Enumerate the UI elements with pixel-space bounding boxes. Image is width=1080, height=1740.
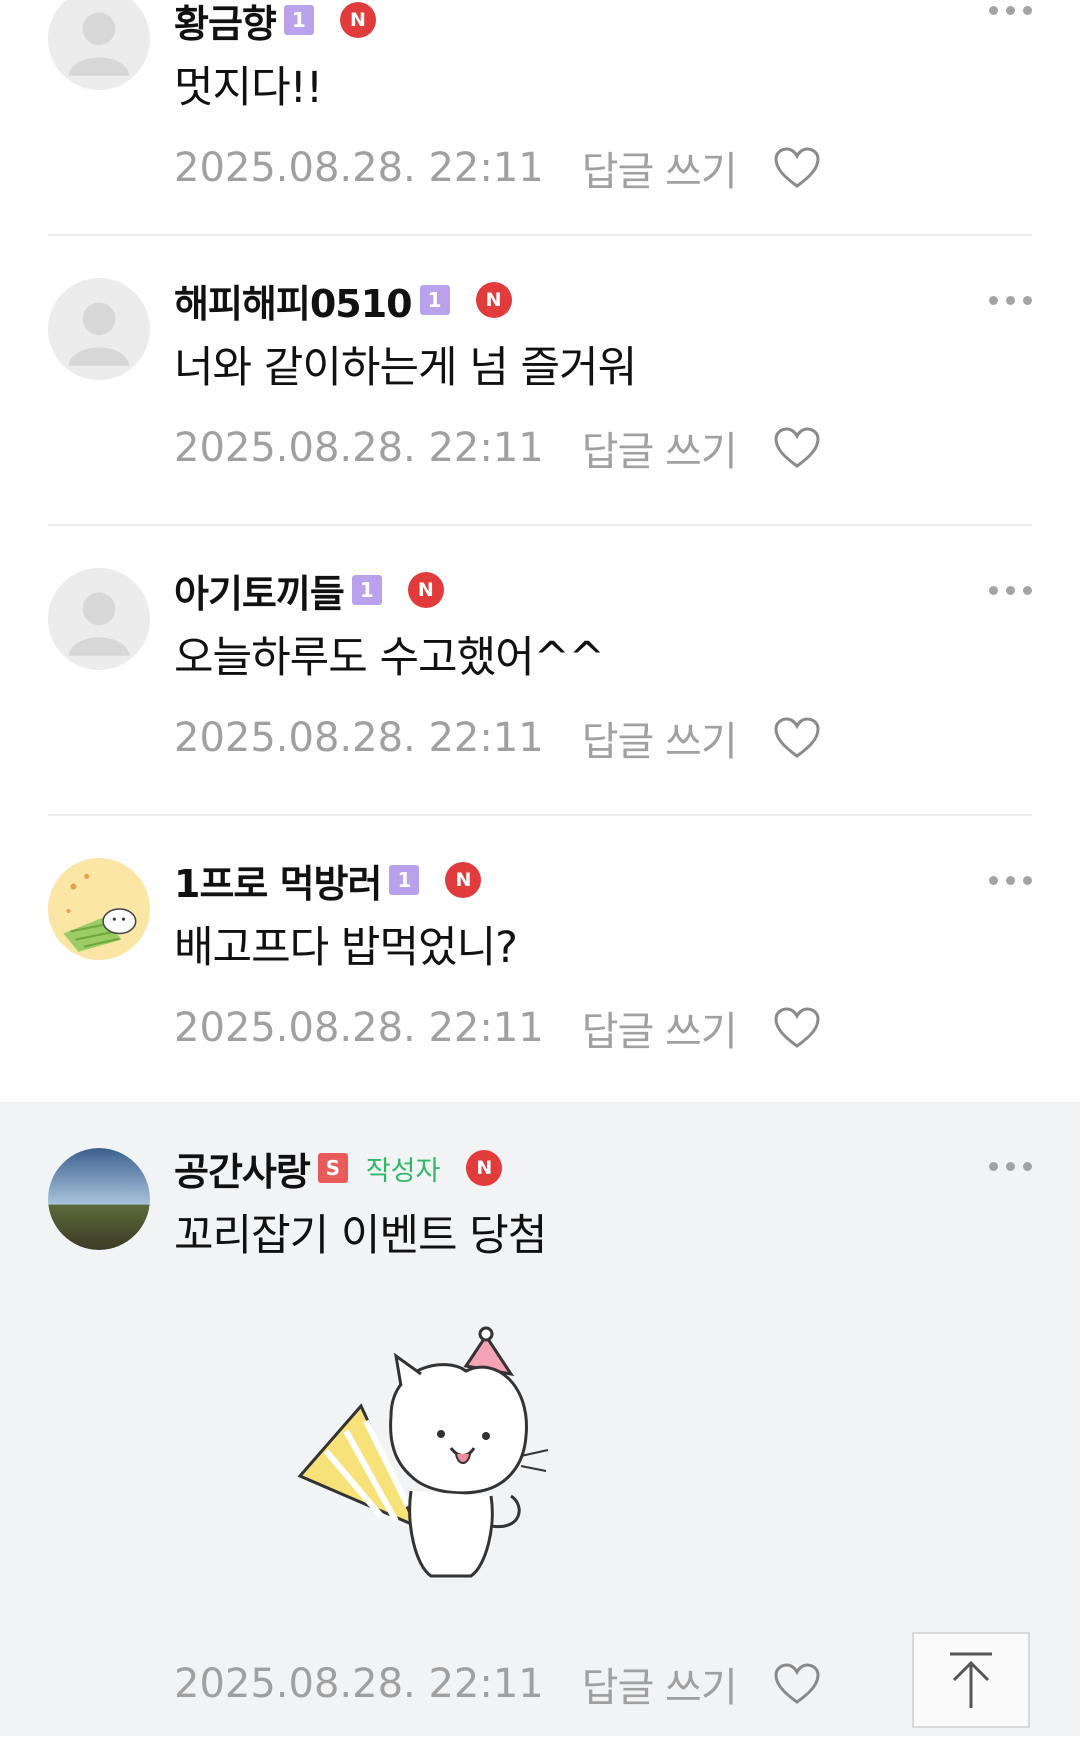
new-badge: N bbox=[407, 572, 444, 608]
comment-header: 공간사랑 S 작성자 N bbox=[174, 1144, 1032, 1194]
comment-time: 2025.08.28. 22:11 bbox=[174, 425, 544, 471]
new-badge: N bbox=[475, 282, 512, 318]
comment-meta: 2025.08.28. 22:11 답글 쓰기 bbox=[174, 1654, 1032, 1714]
avatar-dog[interactable] bbox=[48, 858, 150, 960]
heart-outline-icon[interactable] bbox=[773, 1662, 821, 1706]
more-dots-icon[interactable] bbox=[989, 876, 1032, 885]
new-badge: N bbox=[466, 1150, 503, 1186]
comment-header: 해피해피0510 1 N bbox=[174, 276, 1032, 326]
new-badge: N bbox=[339, 2, 376, 38]
nickname[interactable]: 황금향 bbox=[174, 0, 277, 48]
comment-text: 배고프다 밥먹었니? bbox=[174, 923, 518, 973]
heart-outline-icon[interactable] bbox=[773, 1006, 821, 1050]
comment-item: 황금향 1 N 멋지다!! 2025.08.28. 22:11 답글 쓰기 bbox=[0, 0, 1080, 236]
reply-button[interactable]: 답글 쓰기 bbox=[582, 139, 738, 197]
comment-meta: 2025.08.28. 22:11 답글 쓰기 bbox=[174, 708, 1032, 768]
avatar-landscape[interactable] bbox=[48, 1148, 150, 1250]
nickname[interactable]: 아기토끼들 bbox=[174, 563, 345, 618]
reply-button[interactable]: 답글 쓰기 bbox=[582, 1655, 738, 1713]
level-badge: 1 bbox=[283, 5, 314, 35]
level-badge: 1 bbox=[419, 285, 450, 315]
nickname[interactable]: 해피해피0510 bbox=[174, 273, 413, 328]
avatar-default[interactable] bbox=[48, 0, 150, 90]
comment-text: 너와 같이하는게 넘 즐거워 bbox=[174, 343, 637, 393]
avatar-default[interactable] bbox=[48, 278, 150, 380]
comment-time: 2025.08.28. 22:11 bbox=[174, 715, 544, 761]
comment-time: 2025.08.28. 22:11 bbox=[174, 1661, 544, 1707]
more-dots-icon[interactable] bbox=[989, 296, 1032, 305]
more-dots-icon[interactable] bbox=[989, 6, 1032, 15]
cat-party-sticker bbox=[297, 1326, 549, 1578]
heart-outline-icon[interactable] bbox=[773, 716, 821, 760]
comment-item: 해피해피0510 1 N 너와 같이하는게 넘 즐거워 2025.08.28. … bbox=[0, 236, 1080, 526]
comment-time: 2025.08.28. 22:11 bbox=[174, 145, 544, 191]
comment-time: 2025.08.28. 22:11 bbox=[174, 1005, 544, 1051]
more-dots-icon[interactable] bbox=[989, 586, 1032, 595]
comment-meta: 2025.08.28. 22:11 답글 쓰기 bbox=[174, 138, 1032, 198]
heart-outline-icon[interactable] bbox=[773, 426, 821, 470]
reply-button[interactable]: 답글 쓰기 bbox=[582, 419, 738, 477]
arrow-up-icon bbox=[950, 1652, 992, 1708]
comment-text: 오늘하루도 수고했어^^ bbox=[174, 633, 605, 683]
level-badge: 1 bbox=[389, 865, 420, 895]
level-badge: S bbox=[317, 1153, 348, 1183]
writer-badge: 작성자 bbox=[365, 1155, 441, 1187]
comment-header: 아기토끼들 1 N bbox=[174, 566, 1032, 616]
comment-header: 황금향 1 N bbox=[174, 0, 1032, 46]
new-badge: N bbox=[445, 862, 482, 898]
nickname[interactable]: 공간사랑 bbox=[174, 1141, 311, 1196]
scroll-to-top-button[interactable] bbox=[912, 1632, 1030, 1728]
more-dots-icon[interactable] bbox=[989, 1162, 1032, 1171]
comment-meta: 2025.08.28. 22:11 답글 쓰기 bbox=[174, 998, 1032, 1058]
reply-button[interactable]: 답글 쓰기 bbox=[582, 709, 738, 767]
level-badge: 1 bbox=[351, 575, 382, 605]
comment-meta: 2025.08.28. 22:11 답글 쓰기 bbox=[174, 418, 1032, 478]
heart-outline-icon[interactable] bbox=[773, 146, 821, 190]
comment-text: 꼬리잡기 이벤트 당첨 bbox=[174, 1211, 547, 1261]
comment-item: 1프로 먹방러 1 N 배고프다 밥먹었니? 2025.08.28. 22:11… bbox=[0, 816, 1080, 1102]
comment-text: 멋지다!! bbox=[174, 63, 323, 113]
avatar-default[interactable] bbox=[48, 568, 150, 670]
comment-header: 1프로 먹방러 1 N bbox=[174, 856, 1032, 906]
comment-item: 아기토끼들 1 N 오늘하루도 수고했어^^ 2025.08.28. 22:11… bbox=[0, 526, 1080, 816]
nickname[interactable]: 1프로 먹방러 bbox=[174, 853, 382, 908]
reply-button[interactable]: 답글 쓰기 bbox=[582, 999, 738, 1057]
